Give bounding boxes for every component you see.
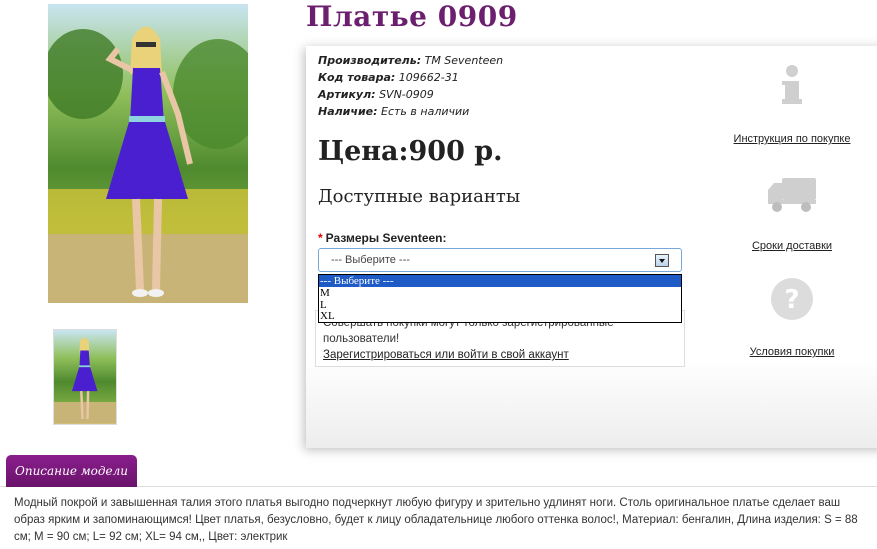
sidebar-item-label[interactable]: Условия покупки: [722, 346, 862, 358]
meta-label: Артикул:: [318, 88, 376, 101]
meta-article: Артикул: SVN-0909: [318, 86, 503, 103]
tab-description[interactable]: Описание модели: [6, 455, 137, 487]
size-dropdown-list[interactable]: --- Выберите --- M L XL: [318, 274, 682, 323]
size-option[interactable]: XL: [319, 310, 681, 322]
meta-value: TM Seventeen: [424, 54, 504, 67]
meta-value: Есть в наличии: [381, 105, 470, 118]
product-main-photo[interactable]: [48, 4, 248, 303]
truck-icon: [768, 178, 816, 212]
meta-manufacturer: Производитель: TM Seventeen: [318, 52, 503, 69]
product-price: Цена:900 р.: [318, 136, 503, 167]
product-description: Модный покрой и завышенная талия этого п…: [14, 497, 858, 543]
size-select[interactable]: --- Выберите ---: [318, 248, 682, 272]
meta-label: Код товара:: [318, 71, 396, 84]
product-title: Платье 0909: [306, 0, 518, 33]
panel-shade: [306, 358, 877, 448]
size-option-label: * Размеры Seventeen:: [318, 231, 447, 245]
size-select-value: --- Выберите ---: [331, 254, 410, 266]
size-option[interactable]: M: [319, 287, 681, 299]
size-option[interactable]: L: [319, 299, 681, 311]
question-icon: ?: [771, 278, 813, 320]
info-icon: [782, 65, 802, 104]
sidebar-item-label[interactable]: Сроки доставки: [722, 240, 862, 252]
sidebar-item-terms[interactable]: ? Условия покупки: [722, 276, 862, 358]
dress-photo-illustration: [48, 26, 248, 303]
sidebar-item-label[interactable]: Инструкция по покупке: [722, 133, 862, 145]
size-option-label-text: Размеры Seventeen:: [325, 231, 447, 245]
meta-value: SVN-0909: [379, 88, 434, 101]
thumbnail-illustration: [54, 337, 116, 424]
size-option[interactable]: --- Выберите ---: [319, 275, 681, 287]
meta-label: Наличие:: [318, 105, 378, 118]
sidebar-item-delivery[interactable]: Сроки доставки: [722, 174, 862, 252]
variants-heading: Доступные варианты: [318, 186, 521, 207]
meta-value: 109662-31: [398, 71, 459, 84]
meta-label: Производитель:: [318, 54, 422, 67]
sidebar-item-instructions[interactable]: Инструкция по покупке: [722, 64, 862, 145]
product-thumbnail[interactable]: [53, 329, 117, 425]
chevron-down-icon[interactable]: [655, 254, 669, 267]
login-link[interactable]: Зарегистрироваться или войти в свой акка…: [323, 349, 569, 361]
meta-product-code: Код товара: 109662-31: [318, 69, 503, 86]
meta-availability: Наличие: Есть в наличии: [318, 103, 503, 120]
required-mark: *: [318, 231, 323, 245]
login-notice-line2: пользователи!: [323, 333, 400, 345]
svg-text:?: ?: [784, 285, 799, 315]
product-meta: Производитель: TM Seventeen Код товара: …: [318, 52, 503, 120]
